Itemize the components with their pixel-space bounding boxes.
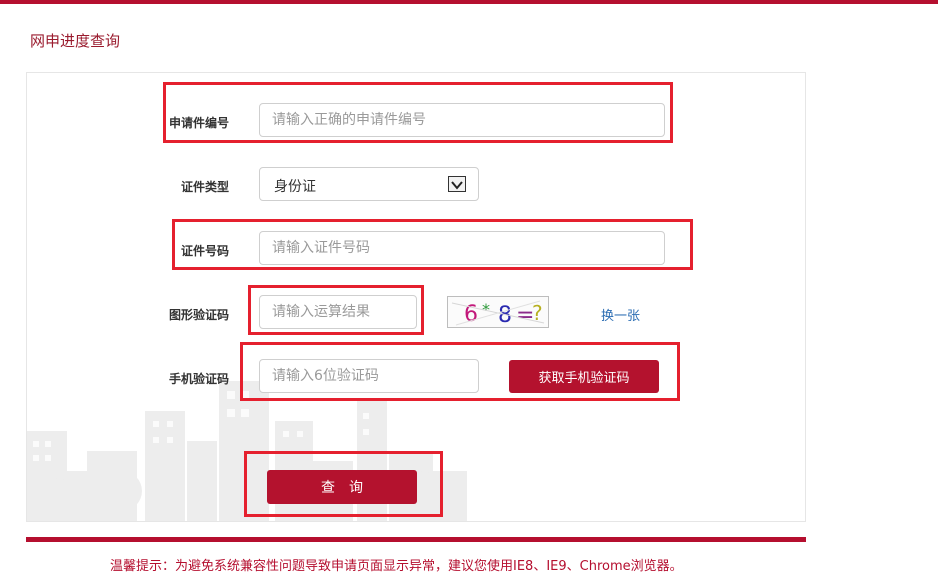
application-no-label: 申请件编号: [169, 116, 230, 130]
captcha-image[interactable]: 6 * 8 = ?: [447, 296, 549, 328]
query-form-panel: 申请件编号 证件类型 身份证 证件号码 图形验证码 6 * 8 = ? 换一张 …: [26, 72, 806, 522]
chevron-down-icon[interactable]: [448, 176, 466, 192]
captcha-refresh-link[interactable]: 换一张: [601, 305, 640, 324]
captcha-input[interactable]: [259, 295, 417, 329]
top-bar: [0, 0, 938, 4]
query-button[interactable]: 查询: [267, 470, 417, 504]
page-title: 网申进度查询: [30, 32, 121, 50]
id-number-label: 证件号码: [181, 244, 230, 258]
sms-code-label: 手机验证码: [169, 372, 230, 386]
id-number-input[interactable]: [259, 231, 665, 265]
id-type-label: 证件类型: [181, 180, 230, 194]
captcha-label: 图形验证码: [169, 308, 230, 322]
application-no-input[interactable]: [259, 103, 665, 137]
footer-divider: [26, 537, 806, 542]
sms-code-input[interactable]: [259, 359, 479, 393]
get-sms-code-button[interactable]: 获取手机验证码: [509, 360, 659, 393]
id-type-selected-value: 身份证: [274, 179, 316, 195]
id-type-select[interactable]: 身份证: [259, 167, 479, 201]
compatibility-tip: 温馨提示：为避免系统兼容性问题导致申请页面显示异常，建议您使用IE8、IE9、C…: [110, 559, 683, 574]
